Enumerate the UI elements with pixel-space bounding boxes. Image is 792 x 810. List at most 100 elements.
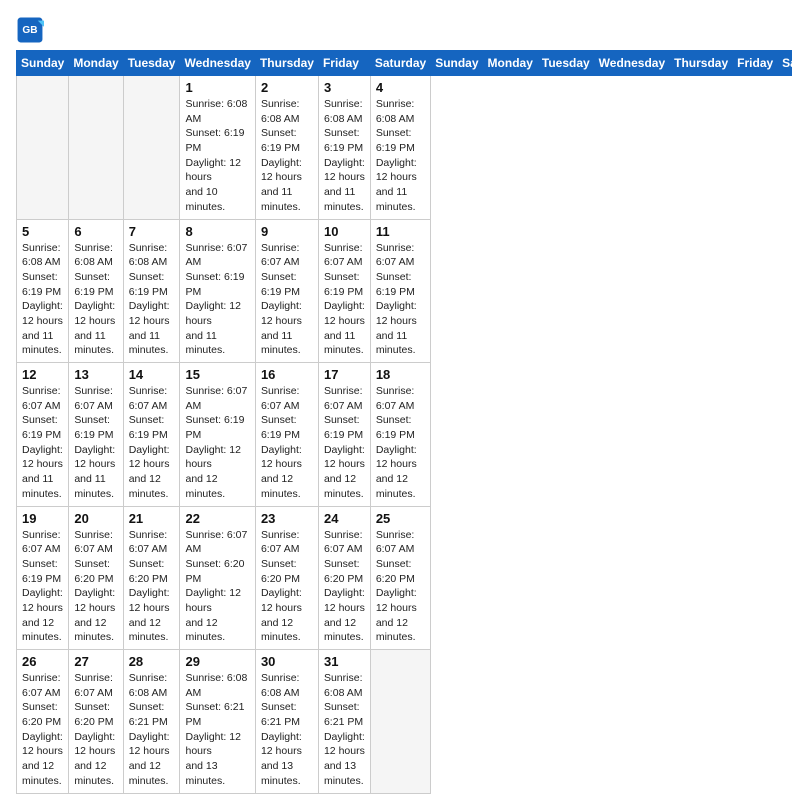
calendar-cell: 27 Sunrise: 6:07 AM Sunset: 6:20 PM Dayli… (69, 650, 123, 794)
week-row-1: 1 Sunrise: 6:08 AM Sunset: 6:19 PM Daylig… (17, 76, 792, 220)
day-info: Sunrise: 6:07 AM Sunset: 6:19 PM Dayligh… (22, 528, 63, 646)
day-number: 1 (185, 80, 249, 95)
calendar-cell: 20 Sunrise: 6:07 AM Sunset: 6:20 PM Dayli… (69, 506, 123, 650)
header-thursday: Thursday (255, 51, 318, 76)
day-info: Sunrise: 6:08 AM Sunset: 6:19 PM Dayligh… (74, 241, 117, 359)
calendar-cell: 12 Sunrise: 6:07 AM Sunset: 6:19 PM Dayli… (17, 363, 69, 507)
day-number: 20 (74, 511, 117, 526)
day-number: 24 (324, 511, 365, 526)
calendar-cell: 7Sunrise: 6:08 AM Sunset: 6:19 PM Daylig… (123, 219, 180, 363)
svg-text:GB: GB (22, 25, 37, 36)
day-info: Sunrise: 6:08 AM Sunset: 6:21 PM Dayligh… (129, 671, 175, 789)
day-number: 11 (376, 224, 425, 239)
day-info: Sunrise: 6:07 AM Sunset: 6:19 PM Dayligh… (376, 241, 425, 359)
day-info: Sunrise: 6:08 AM Sunset: 6:19 PM Dayligh… (185, 97, 249, 215)
calendar-cell: 4 Sunrise: 6:08 AM Sunset: 6:19 PM Daylig… (370, 76, 430, 220)
calendar-cell: 3 Sunrise: 6:08 AM Sunset: 6:19 PM Daylig… (318, 76, 370, 220)
day-number: 17 (324, 367, 365, 382)
calendar-cell: 19 Sunrise: 6:07 AM Sunset: 6:19 PM Dayli… (17, 506, 69, 650)
day-info: Sunrise: 6:07 AM Sunset: 6:19 PM Dayligh… (261, 384, 313, 502)
day-number: 10 (324, 224, 365, 239)
calendar-cell: 25 Sunrise: 6:07 AM Sunset: 6:20 PM Dayli… (370, 506, 430, 650)
day-info: Sunrise: 6:07 AM Sunset: 6:20 PM Dayligh… (74, 671, 117, 789)
header-sunday: Sunday (17, 51, 69, 76)
day-number: 19 (22, 511, 63, 526)
day-info: Sunrise: 6:07 AM Sunset: 6:20 PM Dayligh… (185, 528, 249, 646)
day-info: Sunrise: 6:07 AM Sunset: 6:19 PM Dayligh… (324, 241, 365, 359)
header-monday: Monday (69, 51, 123, 76)
day-number: 25 (376, 511, 425, 526)
day-info: Sunrise: 6:08 AM Sunset: 6:21 PM Dayligh… (261, 671, 313, 789)
calendar-cell: 28Sunrise: 6:08 AM Sunset: 6:21 PM Dayli… (123, 650, 180, 794)
calendar-cell: 17 Sunrise: 6:07 AM Sunset: 6:19 PM Dayli… (318, 363, 370, 507)
calendar-cell (370, 650, 430, 794)
day-info: Sunrise: 6:07 AM Sunset: 6:20 PM Dayligh… (74, 528, 117, 646)
header-friday: Friday (318, 51, 370, 76)
calendar-cell: 6 Sunrise: 6:08 AM Sunset: 6:19 PM Daylig… (69, 219, 123, 363)
day-info: Sunrise: 6:07 AM Sunset: 6:19 PM Dayligh… (22, 384, 63, 502)
calendar-cell: 15Sunrise: 6:07 AM Sunset: 6:19 PM Dayli… (180, 363, 255, 507)
calendar-cell: 11 Sunrise: 6:07 AM Sunset: 6:19 PM Dayli… (370, 219, 430, 363)
calendar-cell: 22 Sunrise: 6:07 AM Sunset: 6:20 PM Dayli… (180, 506, 255, 650)
day-number: 29 (185, 654, 249, 669)
day-info: Sunrise: 6:08 AM Sunset: 6:19 PM Dayligh… (324, 97, 365, 215)
week-row-3: 12 Sunrise: 6:07 AM Sunset: 6:19 PM Dayli… (17, 363, 792, 507)
calendar-cell: 26Sunrise: 6:07 AM Sunset: 6:20 PM Dayli… (17, 650, 69, 794)
day-info: Sunrise: 6:07 AM Sunset: 6:19 PM Dayligh… (324, 384, 365, 502)
calendar-cell: 9Sunrise: 6:07 AM Sunset: 6:19 PM Daylig… (255, 219, 318, 363)
week-row-4: 19 Sunrise: 6:07 AM Sunset: 6:19 PM Dayli… (17, 506, 792, 650)
day-info: Sunrise: 6:07 AM Sunset: 6:19 PM Dayligh… (74, 384, 117, 502)
calendar-cell: 21Sunrise: 6:07 AM Sunset: 6:20 PM Dayli… (123, 506, 180, 650)
day-number: 18 (376, 367, 425, 382)
header-wednesday: Wednesday (594, 51, 669, 76)
day-info: Sunrise: 6:07 AM Sunset: 6:19 PM Dayligh… (185, 241, 249, 359)
header-saturday: Saturday (778, 51, 792, 76)
day-info: Sunrise: 6:08 AM Sunset: 6:21 PM Dayligh… (324, 671, 365, 789)
calendar-cell: 5 Sunrise: 6:08 AM Sunset: 6:19 PM Daylig… (17, 219, 69, 363)
day-info: Sunrise: 6:08 AM Sunset: 6:19 PM Dayligh… (261, 97, 313, 215)
logo: GB (16, 16, 50, 44)
logo-icon: GB (16, 16, 44, 44)
week-row-2: 5 Sunrise: 6:08 AM Sunset: 6:19 PM Daylig… (17, 219, 792, 363)
day-info: Sunrise: 6:08 AM Sunset: 6:19 PM Dayligh… (22, 241, 63, 359)
day-info: Sunrise: 6:07 AM Sunset: 6:19 PM Dayligh… (129, 384, 175, 502)
calendar-cell (69, 76, 123, 220)
calendar-cell: 24Sunrise: 6:07 AM Sunset: 6:20 PM Dayli… (318, 506, 370, 650)
header-saturday: Saturday (370, 51, 430, 76)
header-monday: Monday (483, 51, 537, 76)
day-number: 6 (74, 224, 117, 239)
day-number: 3 (324, 80, 365, 95)
calendar-cell: 8 Sunrise: 6:07 AM Sunset: 6:19 PM Daylig… (180, 219, 255, 363)
day-number: 27 (74, 654, 117, 669)
day-number: 8 (185, 224, 249, 239)
day-number: 9 (261, 224, 313, 239)
calendar-cell: 29Sunrise: 6:08 AM Sunset: 6:21 PM Dayli… (180, 650, 255, 794)
calendar-cell: 30 Sunrise: 6:08 AM Sunset: 6:21 PM Dayli… (255, 650, 318, 794)
day-info: Sunrise: 6:07 AM Sunset: 6:19 PM Dayligh… (376, 384, 425, 502)
calendar-cell: 23Sunrise: 6:07 AM Sunset: 6:20 PM Dayli… (255, 506, 318, 650)
day-number: 12 (22, 367, 63, 382)
header-sunday: Sunday (431, 51, 483, 76)
day-number: 5 (22, 224, 63, 239)
calendar-cell: 1 Sunrise: 6:08 AM Sunset: 6:19 PM Daylig… (180, 76, 255, 220)
page-header: GB (16, 16, 776, 44)
calendar-cell: 2 Sunrise: 6:08 AM Sunset: 6:19 PM Daylig… (255, 76, 318, 220)
day-info: Sunrise: 6:07 AM Sunset: 6:20 PM Dayligh… (376, 528, 425, 646)
day-number: 30 (261, 654, 313, 669)
day-info: Sunrise: 6:07 AM Sunset: 6:19 PM Dayligh… (185, 384, 249, 502)
day-number: 21 (129, 511, 175, 526)
day-number: 2 (261, 80, 313, 95)
header-thursday: Thursday (670, 51, 733, 76)
day-info: Sunrise: 6:07 AM Sunset: 6:20 PM Dayligh… (261, 528, 313, 646)
day-info: Sunrise: 6:07 AM Sunset: 6:20 PM Dayligh… (22, 671, 63, 789)
calendar-cell: 31 Sunrise: 6:08 AM Sunset: 6:21 PM Dayli… (318, 650, 370, 794)
day-number: 4 (376, 80, 425, 95)
calendar-table: SundayMondayTuesdayWednesdayThursdayFrid… (16, 50, 792, 794)
calendar-cell (17, 76, 69, 220)
week-row-5: 26Sunrise: 6:07 AM Sunset: 6:20 PM Dayli… (17, 650, 792, 794)
day-number: 22 (185, 511, 249, 526)
day-number: 16 (261, 367, 313, 382)
day-number: 31 (324, 654, 365, 669)
day-number: 7 (129, 224, 175, 239)
day-info: Sunrise: 6:08 AM Sunset: 6:19 PM Dayligh… (376, 97, 425, 215)
